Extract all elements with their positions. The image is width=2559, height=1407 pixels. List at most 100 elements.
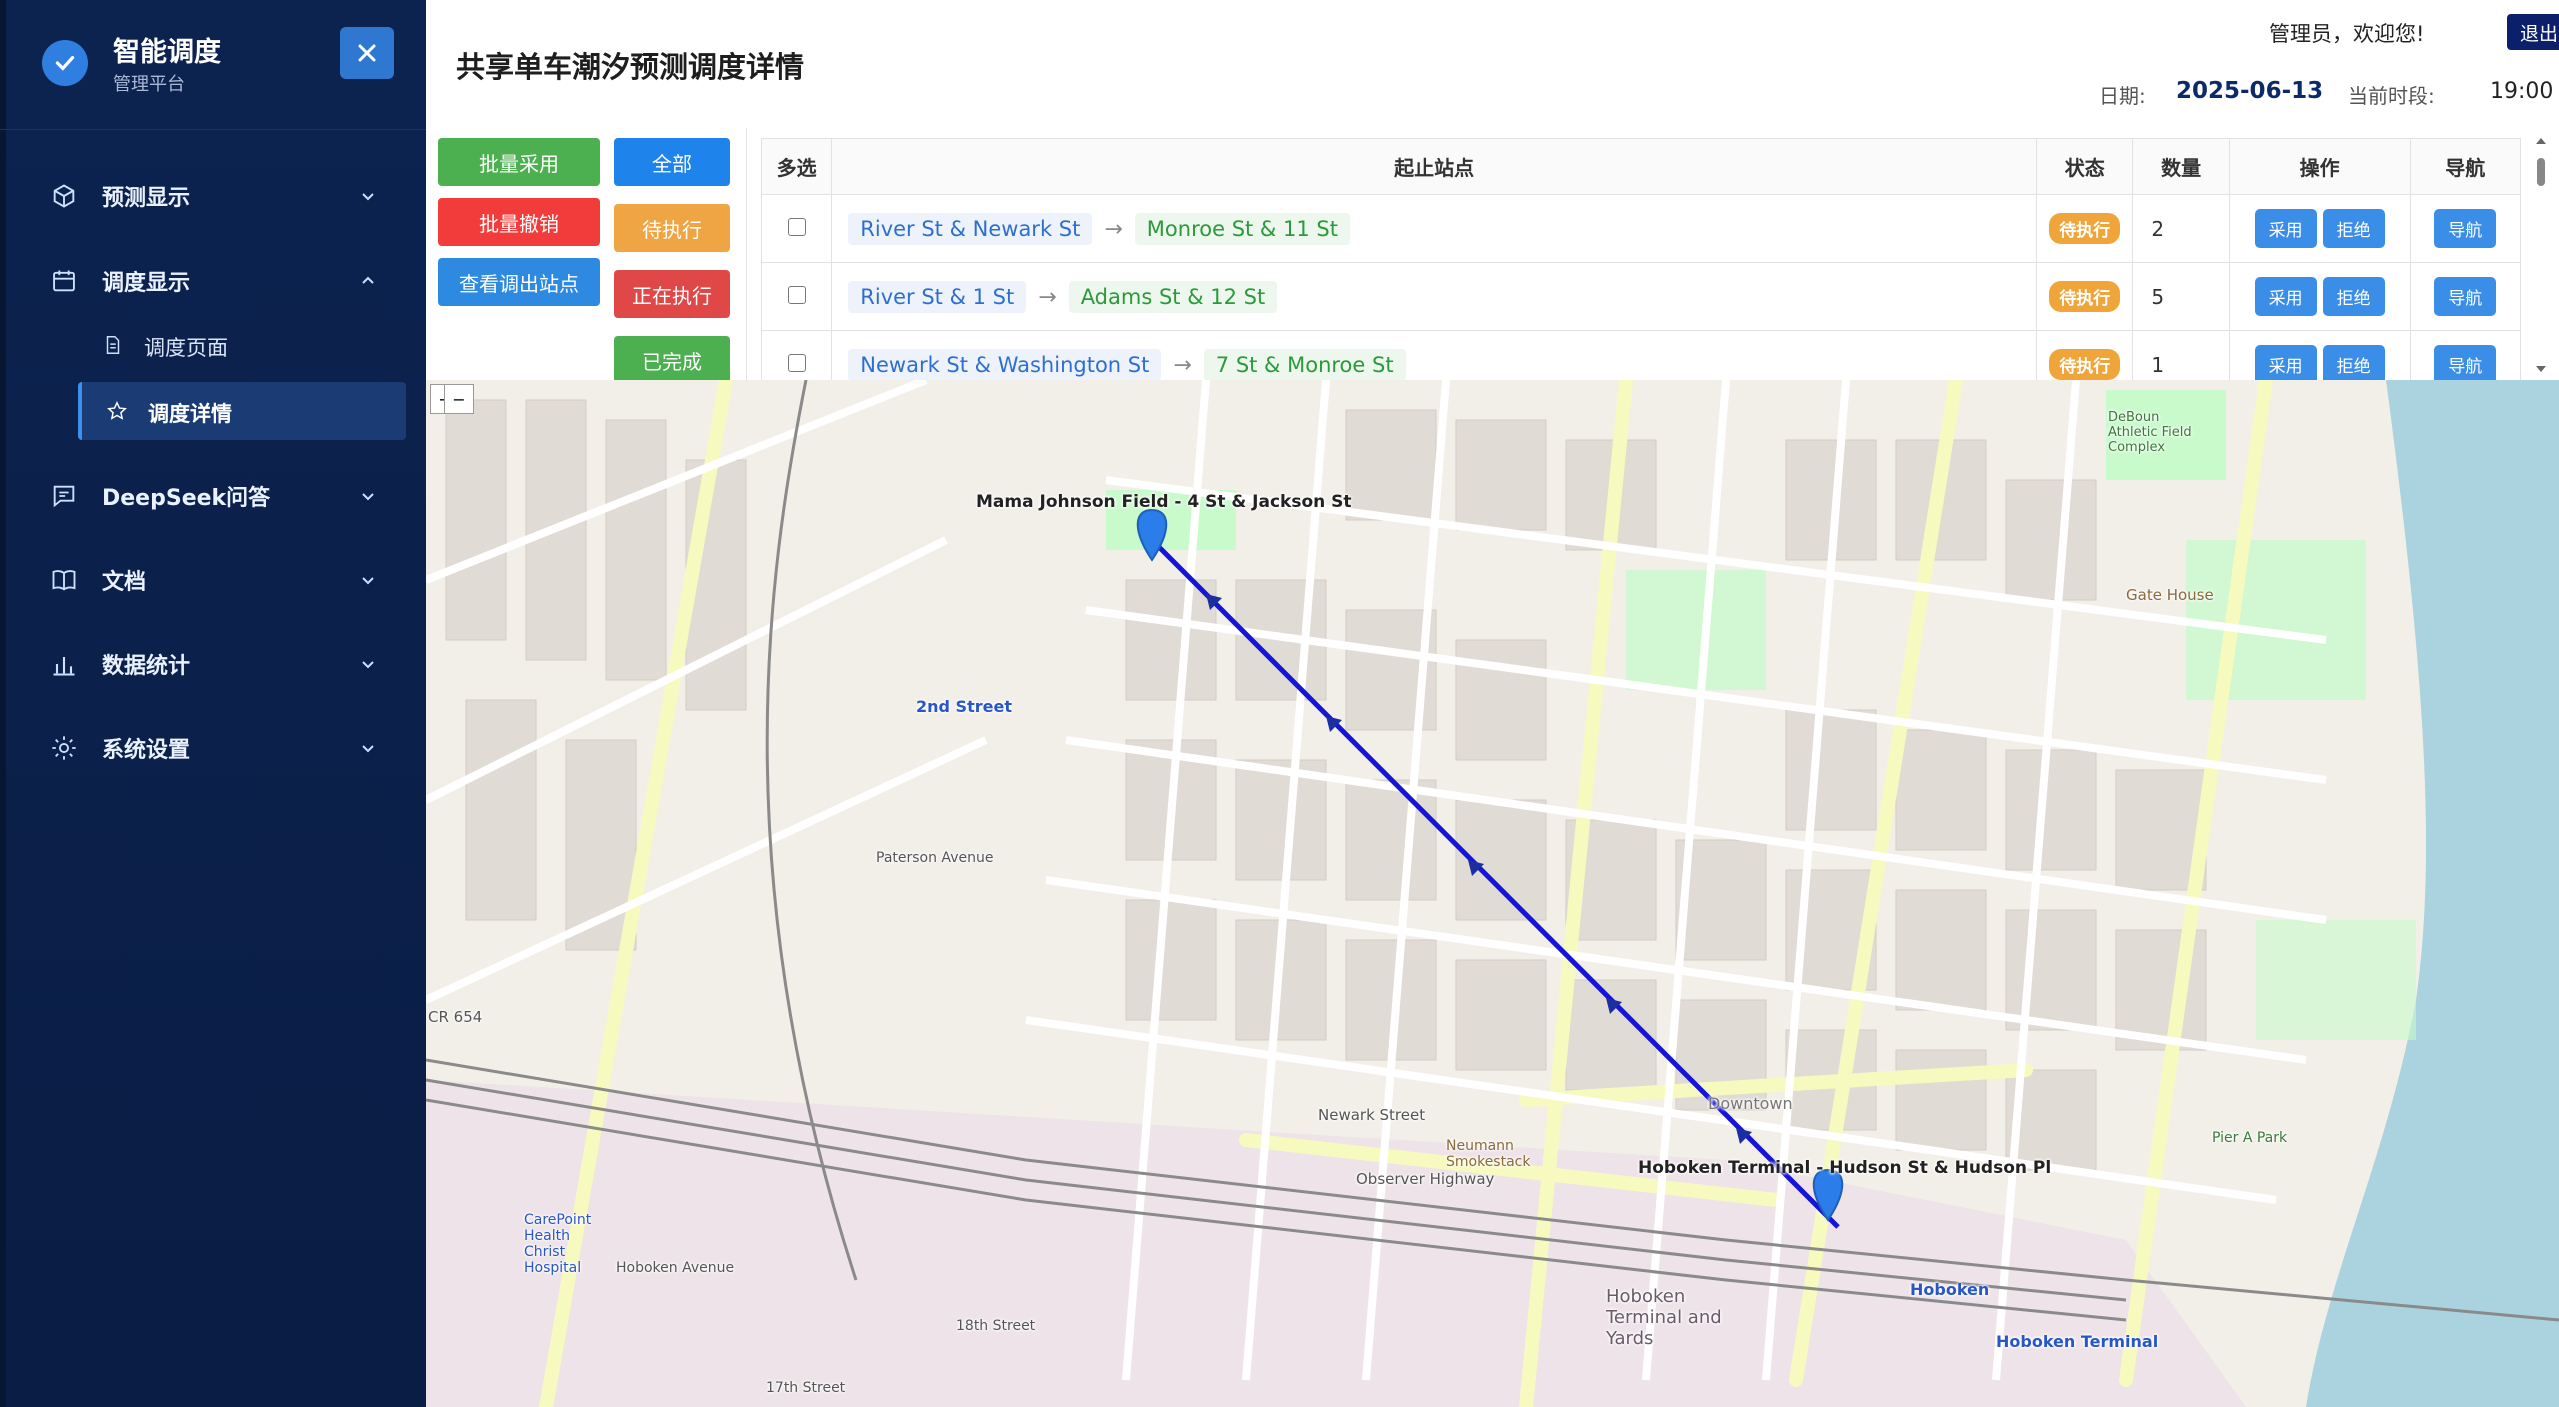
table-row: Newark St & Washington St → 7 St & Monroe …: [760, 330, 2522, 380]
from-station: River St & 1 St: [848, 280, 1027, 313]
filter-done-button[interactable]: 已完成: [614, 336, 730, 384]
brand: 智能调度 管理平台: [0, 0, 426, 130]
bulk-accept-button[interactable]: 批量采用: [438, 138, 600, 186]
page-title: 共享单车潮汐预测调度详情: [456, 50, 805, 84]
reject-button[interactable]: 拒绝: [2322, 209, 2385, 248]
date-value: 2025-06-13: [2176, 78, 2324, 104]
star-icon: [107, 401, 127, 420]
chat-icon: [53, 485, 75, 508]
table-row: River St & 1 St → Adams St & 12 St 待执行 5 采…: [760, 262, 2522, 331]
book-icon: [52, 570, 76, 591]
welcome-text: 管理员，欢迎您!: [2269, 22, 2425, 46]
chevron-down-icon: [362, 193, 374, 201]
navigate-button[interactable]: 导航: [2434, 277, 2497, 316]
to-station: Monroe St & 11 St: [1134, 212, 1350, 245]
row-checkbox[interactable]: [787, 285, 806, 304]
sidebar-item-label: 文档: [102, 570, 147, 595]
to-station: 7 St & Monroe St: [1203, 348, 1406, 380]
column-header-count: 数量: [2132, 138, 2230, 195]
status-badge: 待执行: [2049, 349, 2121, 380]
map-label-hoboken: Hoboken: [1910, 1280, 1990, 1299]
column-header-actions: 操作: [2228, 138, 2411, 195]
accept-button[interactable]: 采用: [2254, 277, 2317, 316]
column-header-stations: 起止站点: [831, 138, 2038, 195]
map-label-hoboken-terminal: Hoboken Terminal: [1996, 1332, 2159, 1351]
map-label-newark-street: Newark Street: [1318, 1106, 1426, 1124]
bar-chart-icon: [53, 657, 75, 676]
chevron-down-icon: [362, 745, 374, 753]
status-badge: 待执行: [2049, 281, 2121, 312]
sidebar-subitem-dispatch-detail[interactable]: 调度详情: [78, 382, 406, 440]
map-label-18th-street: 18th Street: [956, 1318, 1036, 1334]
map-label-hospital: CarePoint Health Christ Hospital: [524, 1212, 592, 1276]
accept-button[interactable]: 采用: [2254, 209, 2317, 248]
date-label: 日期:: [2099, 84, 2146, 108]
sidebar-item-label: 数据统计: [102, 654, 191, 679]
sidebar-item-prediction[interactable]: 预测显示: [0, 166, 426, 226]
map-label-2nd-street: 2nd Street: [916, 697, 1012, 716]
arrow-icon: →: [1173, 352, 1192, 378]
map-label-gate-house: Gate House: [2126, 586, 2214, 604]
reject-button[interactable]: 拒绝: [2322, 345, 2385, 380]
from-station: Newark St & Washington St: [848, 348, 1162, 380]
map-label-paterson-avenue: Paterson Avenue: [876, 850, 994, 866]
chevron-down-icon: [362, 661, 374, 669]
table-row: River St & Newark St → Monroe St & 11 St 待…: [760, 194, 2522, 263]
subitem-label: 调度页面: [144, 336, 228, 360]
filter-all-button[interactable]: 全部: [614, 138, 730, 186]
subitem-label: 调度详情: [148, 402, 232, 426]
sidebar-item-label: 预测显示: [102, 186, 191, 211]
dispatch-table-container: 多选 起止站点 状态 数量 操作 导航 River St & Newark St…: [746, 128, 2559, 380]
map-label-downtown: Downtown: [1708, 1094, 1793, 1113]
filter-pending-button[interactable]: 待执行: [614, 204, 730, 252]
arrow-icon: →: [1038, 284, 1057, 310]
action-panel: 批量采用 批量撤销 查看调出站点 全部 待执行 正在执行 已完成: [426, 128, 746, 384]
map-label-smokestack: Neumann Smokestack: [1446, 1138, 1531, 1170]
logout-button[interactable]: 退出: [2507, 14, 2559, 50]
sidebar-item-statistics[interactable]: 数据统计: [0, 634, 426, 694]
map-label-pier-a-park: Pier A Park: [2212, 1130, 2288, 1146]
map-label-hoboken-avenue: Hoboken Avenue: [616, 1260, 735, 1276]
sidebar-item-dispatch[interactable]: 调度显示: [0, 251, 426, 311]
period-value: 19:00: [2490, 79, 2554, 104]
map-label-cr654: CR 654: [428, 1008, 483, 1026]
close-sidebar-button[interactable]: [340, 27, 394, 79]
destination-label: Hoboken Terminal - Hudson St & Hudson Pl: [1638, 1158, 2052, 1178]
from-station: River St & Newark St: [848, 212, 1093, 245]
accept-button[interactable]: 采用: [2254, 345, 2317, 380]
zoom-out-button[interactable]: −: [444, 384, 474, 414]
origin-label: Mama Johnson Field - 4 St & Jackson St: [976, 492, 1352, 512]
navigate-button[interactable]: 导航: [2434, 345, 2497, 380]
close-icon: [358, 44, 376, 62]
reject-button[interactable]: 拒绝: [2322, 277, 2385, 316]
column-header-navigation: 导航: [2409, 138, 2522, 195]
period-label: 当前时段:: [2348, 84, 2435, 108]
sidebar-item-label: DeepSeek问答: [102, 486, 271, 511]
navigate-button[interactable]: 导航: [2434, 209, 2497, 248]
brand-subtitle: 管理平台: [113, 74, 185, 95]
status-badge: 待执行: [2049, 213, 2121, 244]
table-scrollbar[interactable]: [2534, 136, 2548, 376]
to-station: Adams St & 12 St: [1068, 280, 1278, 313]
gear-icon: [52, 736, 76, 760]
count-cell: 5: [2132, 262, 2230, 331]
sidebar-item-settings[interactable]: 系统设置: [0, 718, 426, 778]
column-header-status: 状态: [2036, 138, 2134, 195]
brand-title: 智能调度: [113, 37, 221, 68]
view-out-stations-button[interactable]: 查看调出站点: [438, 258, 600, 306]
bulk-revoke-button[interactable]: 批量撤销: [438, 198, 600, 246]
count-cell: 2: [2132, 194, 2230, 263]
row-checkbox[interactable]: [787, 217, 806, 236]
map-view[interactable]: Mama Johnson Field - 4 St & Jackson St H…: [426, 380, 2559, 1407]
sidebar: 智能调度 管理平台 预测显示 调度显示 调度页面 调度详情 DeepSeek问答…: [0, 0, 426, 1407]
count-cell: 1: [2132, 330, 2230, 380]
calendar-icon: [53, 270, 75, 292]
sidebar-item-docs[interactable]: 文档: [0, 550, 426, 610]
row-checkbox[interactable]: [787, 353, 806, 372]
map-canvas: [426, 380, 2559, 1407]
map-label-terminal-yards: Hoboken Terminal and Yards: [1606, 1286, 1722, 1349]
filter-running-button[interactable]: 正在执行: [614, 270, 730, 318]
sidebar-item-deepseek[interactable]: DeepSeek问答: [0, 466, 426, 526]
sidebar-subitem-dispatch-page[interactable]: 调度页面: [78, 316, 406, 374]
arrow-icon: →: [1104, 216, 1123, 242]
